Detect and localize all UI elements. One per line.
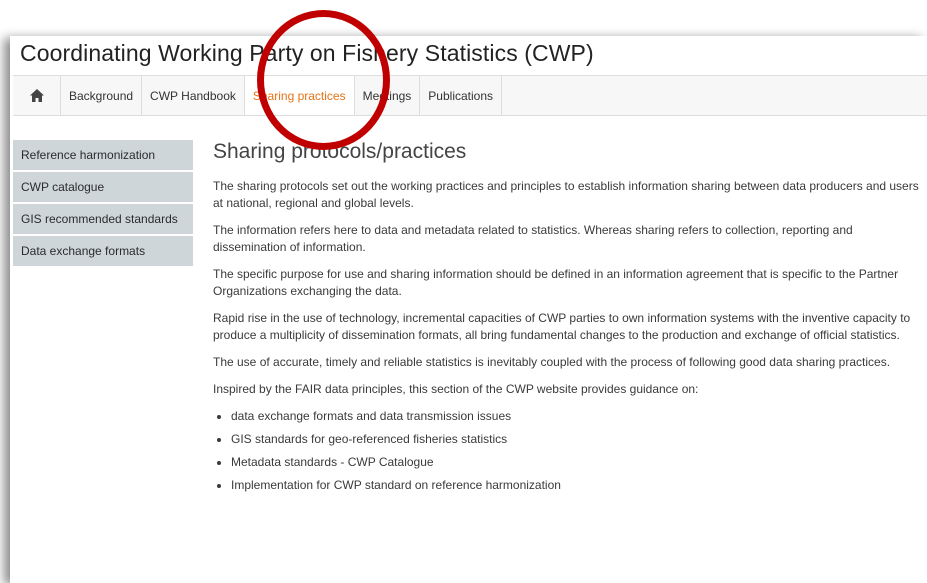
main-navbar: Background CWP Handbook Sharing practice… bbox=[13, 75, 927, 116]
tab-cwp-handbook[interactable]: CWP Handbook bbox=[142, 76, 245, 115]
list-item: Implementation for CWP standard on refer… bbox=[231, 477, 923, 494]
list-item: GIS standards for geo-referenced fisheri… bbox=[231, 431, 923, 448]
paragraph: The sharing protocols set out the workin… bbox=[213, 179, 919, 210]
sidebar-item-reference-harmonization[interactable]: Reference harmonization bbox=[13, 140, 193, 172]
home-icon bbox=[29, 89, 44, 102]
sidebar-item-cwp-catalogue[interactable]: CWP catalogue bbox=[13, 172, 193, 204]
paragraph: The use of accurate, timely and reliable… bbox=[213, 355, 891, 369]
sidebar-item-data-exchange-formats[interactable]: Data exchange formats bbox=[13, 236, 193, 268]
paragraph: The information refers here to data and … bbox=[213, 223, 853, 254]
list-item: data exchange formats and data transmiss… bbox=[231, 408, 923, 425]
tab-meetings[interactable]: Meetings bbox=[355, 76, 421, 115]
sidebar-item-gis-standards[interactable]: GIS recommended standards bbox=[13, 204, 193, 236]
list-item: Metadata standards - CWP Catalogue bbox=[231, 454, 923, 471]
guidance-list: data exchange formats and data transmiss… bbox=[213, 408, 923, 494]
main-content: Sharing protocols/practices The sharing … bbox=[213, 140, 923, 500]
content-heading: Sharing protocols/practices bbox=[213, 140, 467, 163]
paragraph: The specific purpose for use and sharing… bbox=[213, 267, 899, 298]
nav-home[interactable] bbox=[13, 76, 61, 115]
tab-background[interactable]: Background bbox=[61, 76, 143, 115]
paragraph: Rapid rise in the use of technology, inc… bbox=[213, 311, 911, 342]
tab-sharing-practices[interactable]: Sharing practices bbox=[244, 76, 355, 115]
page-title: Coordinating Working Party on Fishery St… bbox=[20, 40, 594, 66]
tab-publications[interactable]: Publications bbox=[420, 76, 503, 115]
sidebar: Reference harmonization CWP catalogue GI… bbox=[13, 140, 193, 268]
paragraph: Inspired by the FAIR data principles, th… bbox=[213, 382, 699, 396]
